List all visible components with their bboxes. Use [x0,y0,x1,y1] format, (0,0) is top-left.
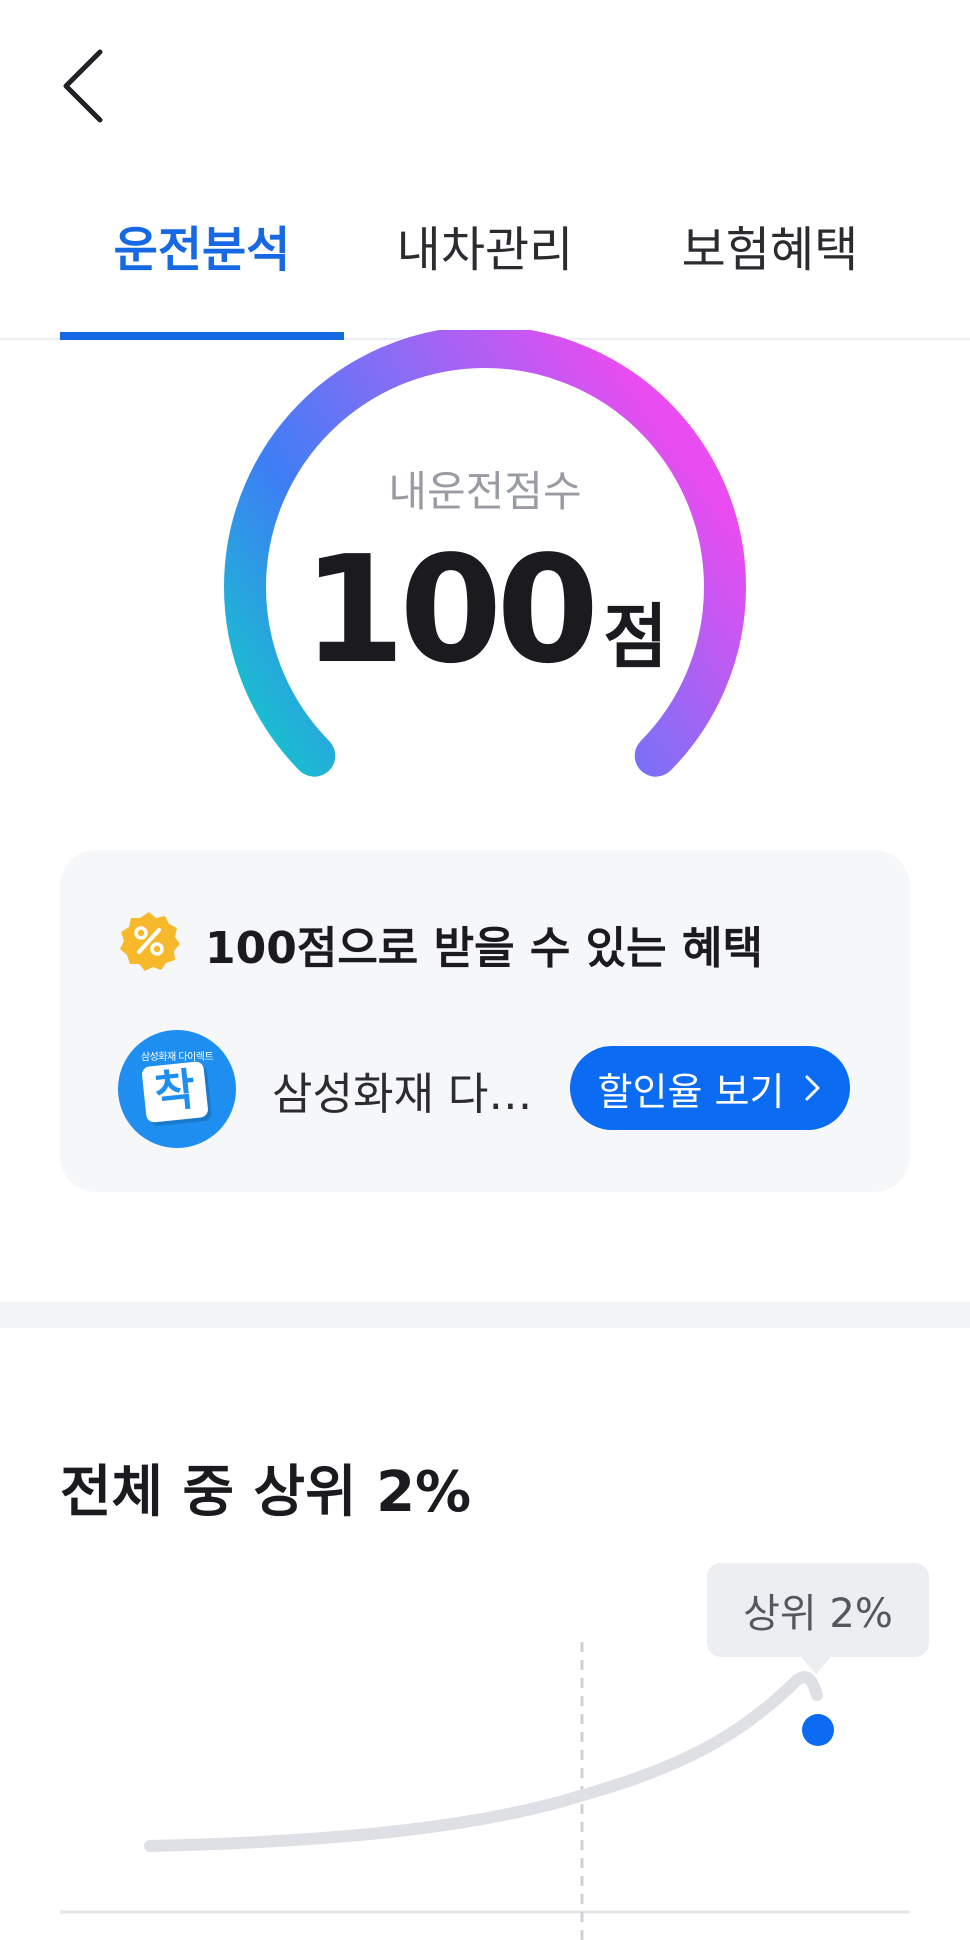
benefit-title: 100점으로 받을 수 있는 혜택 [205,923,763,974]
tooltip-tail [800,1656,832,1674]
samsung-direct-logo: 삼성화재 다이렉트 착 [118,1030,236,1148]
distribution-curve [144,1671,823,1852]
section-divider [0,1302,970,1328]
score-unit: 점 [603,596,668,678]
logo-letter: 착 [152,1064,198,1119]
discount-badge-icon [120,912,180,971]
score-number: 100 [302,524,599,696]
my-rank-dot [802,1714,834,1746]
chevron-right-icon [805,1075,820,1101]
tab-label: 운전분석 [113,222,291,278]
tab-car-management[interactable]: 내차관리 [370,220,600,330]
gauge-label: 내운전점수 [388,467,582,516]
tab-insurance-benefits[interactable]: 보험혜택 [650,220,890,330]
rank-tooltip: 상위 2% [707,1563,929,1657]
chevron-left-icon [63,49,103,123]
ranking-title: 전체 중 상위 2% [60,1460,472,1525]
insurer-name: 삼성화재 다… [272,1069,533,1120]
score-value: 100 점 [0,535,970,685]
benefit-card: 100점으로 받을 수 있는 혜택 삼성화재 다이렉트 착 삼성화재 다… 할인… [60,850,910,1192]
tab-label: 내차관리 [396,222,574,278]
back-button[interactable] [50,40,120,130]
tab-driving-analysis[interactable]: 운전분석 [60,220,344,330]
button-label: 할인율 보기 [597,1069,785,1114]
tab-label: 보험혜택 [681,222,859,278]
view-discount-rate-button[interactable]: 할인율 보기 [570,1046,850,1130]
tab-bar: 운전분석 내차관리 보험혜택 [0,210,970,340]
